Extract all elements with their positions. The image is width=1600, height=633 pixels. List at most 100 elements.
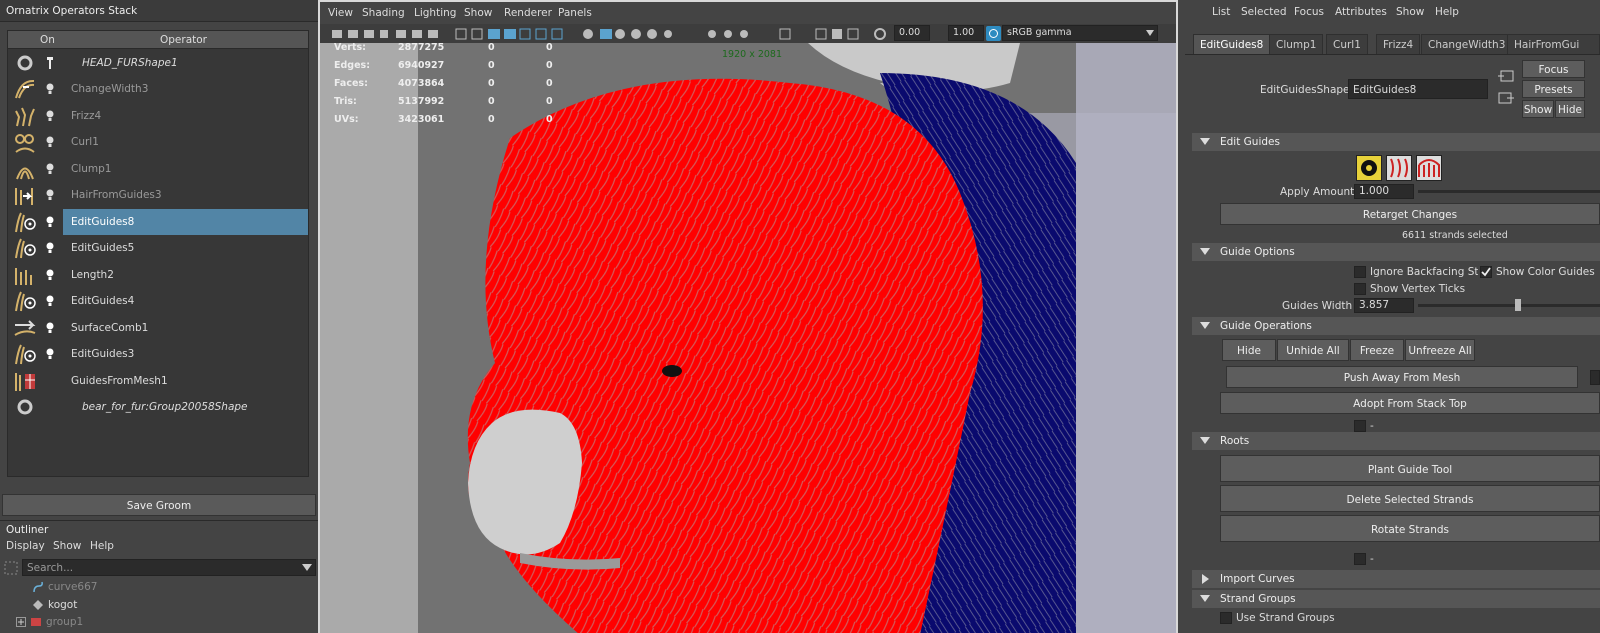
adopt-from-stack-top-button[interactable]: Adopt From Stack Top: [1220, 392, 1600, 414]
section-roots[interactable]: Roots: [1192, 432, 1600, 450]
menu-view[interactable]: View: [328, 7, 353, 19]
color-management-icon[interactable]: [986, 26, 1001, 41]
show-color-guides-checkbox[interactable]: [1480, 266, 1492, 278]
section-edit-guides[interactable]: Edit Guides: [1192, 133, 1600, 151]
section-guide-options[interactable]: Guide Options: [1192, 243, 1600, 261]
bulb-icon[interactable]: [46, 136, 54, 148]
shape-name-field[interactable]: EditGuides8: [1348, 79, 1488, 99]
input-connection-icon[interactable]: [1498, 70, 1514, 82]
bulb-icon[interactable]: [46, 348, 54, 360]
bulb-icon[interactable]: [46, 269, 54, 281]
roots-option-checkbox[interactable]: [1354, 553, 1366, 565]
operator-row[interactable]: Frizz4: [8, 103, 308, 129]
operator-row[interactable]: EditGuides4: [8, 288, 308, 314]
filter-icon[interactable]: [4, 561, 18, 575]
presets-button[interactable]: Presets: [1522, 80, 1585, 98]
exposure-field[interactable]: 0.00: [894, 25, 930, 41]
section-strand-groups[interactable]: Strand Groups: [1192, 590, 1600, 608]
guides-width-field[interactable]: 3.857: [1354, 298, 1414, 313]
bulb-icon[interactable]: [46, 295, 54, 307]
bulb-icon[interactable]: [46, 216, 54, 228]
bulb-icon[interactable]: [46, 110, 54, 122]
scene-render[interactable]: [320, 43, 1176, 633]
gamma-field[interactable]: 1.00: [948, 25, 984, 41]
operator-row[interactable]: Clump1: [8, 156, 308, 182]
menu-help[interactable]: Help: [1435, 6, 1459, 18]
viewport[interactable]: View Shading Lighting Show Renderer Pane…: [318, 0, 1178, 633]
menu-focus[interactable]: Focus: [1294, 6, 1324, 18]
bulb-icon[interactable]: [46, 83, 54, 95]
output-connection-icon[interactable]: [1498, 92, 1514, 104]
tab-clump1[interactable]: Clump1: [1269, 34, 1324, 54]
ignore-backfacing-checkbox[interactable]: [1354, 266, 1366, 278]
show-vertex-ticks-checkbox[interactable]: [1354, 283, 1366, 295]
operator-row[interactable]: EditGuides5: [8, 235, 308, 261]
comb-brush-icon[interactable]: [1386, 155, 1412, 181]
section-title: Roots: [1220, 435, 1250, 447]
adopt-option-checkbox[interactable]: [1354, 420, 1366, 432]
tab-editguides8[interactable]: EditGuides8: [1193, 34, 1271, 54]
use-strand-groups-checkbox[interactable]: [1220, 612, 1232, 624]
menu-show[interactable]: Show: [1396, 6, 1424, 18]
apply-amount-slider[interactable]: [1418, 190, 1600, 193]
push-away-from-mesh-button[interactable]: Push Away From Mesh: [1226, 366, 1578, 388]
bulb-icon[interactable]: [46, 242, 54, 254]
operator-row-selected[interactable]: EditGuides8: [8, 209, 308, 235]
menu-shading[interactable]: Shading: [362, 7, 405, 19]
tab-changewidth3[interactable]: ChangeWidth3: [1421, 34, 1513, 54]
operator-row[interactable]: Length2: [8, 262, 308, 288]
section-import-curves[interactable]: Import Curves: [1192, 570, 1600, 588]
freeze-button[interactable]: Freeze: [1350, 339, 1404, 361]
toolbar-icons[interactable]: [330, 27, 890, 41]
expand-icon[interactable]: [16, 617, 26, 627]
tab-frizz4[interactable]: Frizz4: [1376, 34, 1421, 54]
menu-panels[interactable]: Panels: [558, 7, 592, 19]
operator-row[interactable]: GuidesFromMesh1: [8, 368, 308, 394]
hide-button[interactable]: Hide: [1555, 100, 1585, 118]
menu-lighting[interactable]: Lighting: [414, 7, 456, 19]
hide-guides-button[interactable]: Hide: [1222, 339, 1276, 361]
menu-attributes[interactable]: Attributes: [1335, 6, 1387, 18]
operator-row[interactable]: ChangeWidth3: [8, 76, 308, 102]
outliner-search-input[interactable]: Search...: [22, 559, 316, 576]
menu-help[interactable]: Help: [90, 540, 114, 552]
stat-value: 0: [546, 96, 553, 107]
operator-row[interactable]: Curl1: [8, 129, 308, 155]
save-groom-button[interactable]: Save Groom: [2, 494, 316, 516]
bulb-icon[interactable]: [46, 189, 54, 201]
guides-width-slider[interactable]: [1418, 304, 1600, 307]
apply-amount-field[interactable]: 1.000: [1354, 184, 1414, 199]
slider-handle[interactable]: [1515, 299, 1521, 311]
bulb-icon[interactable]: [46, 163, 54, 175]
tab-hairfromguides[interactable]: HairFromGui: [1507, 34, 1600, 54]
focus-button[interactable]: Focus: [1522, 60, 1585, 78]
delete-selected-strands-button[interactable]: Delete Selected Strands: [1220, 485, 1600, 512]
pin-icon[interactable]: [46, 57, 54, 69]
unfreeze-all-button[interactable]: Unfreeze All: [1405, 339, 1475, 361]
menu-selected[interactable]: Selected: [1241, 6, 1287, 18]
operator-row[interactable]: HEAD_FURShape1: [8, 50, 308, 76]
menu-show[interactable]: Show: [53, 540, 81, 552]
chevron-down-icon[interactable]: [302, 564, 312, 572]
operator-row[interactable]: SurfaceComb1: [8, 315, 308, 341]
section-guide-operations[interactable]: Guide Operations: [1192, 317, 1600, 335]
select-brush-icon[interactable]: [1356, 155, 1382, 181]
show-button[interactable]: Show: [1522, 100, 1554, 118]
plant-guide-tool-button[interactable]: Plant Guide Tool: [1220, 455, 1600, 482]
rotate-strands-button[interactable]: Rotate Strands: [1220, 515, 1600, 542]
operator-row[interactable]: bear_for_fur:Group20058Shape: [8, 394, 308, 420]
push-amount-field[interactable]: [1590, 370, 1600, 385]
retarget-changes-button[interactable]: Retarget Changes: [1220, 203, 1600, 225]
operator-row[interactable]: HairFromGuides3: [8, 182, 308, 208]
tab-curl1[interactable]: Curl1: [1326, 34, 1368, 54]
color-space-select[interactable]: sRGB gamma: [1002, 25, 1158, 41]
adopt-option-label: -: [1370, 420, 1374, 432]
menu-show[interactable]: Show: [464, 7, 492, 19]
unhide-all-button[interactable]: Unhide All: [1277, 339, 1349, 361]
bulb-icon[interactable]: [46, 322, 54, 334]
menu-list[interactable]: List: [1212, 6, 1230, 18]
cut-brush-icon[interactable]: [1416, 155, 1442, 181]
menu-display[interactable]: Display: [6, 540, 45, 552]
operator-row[interactable]: EditGuides3: [8, 341, 308, 367]
menu-renderer[interactable]: Renderer: [504, 7, 552, 19]
